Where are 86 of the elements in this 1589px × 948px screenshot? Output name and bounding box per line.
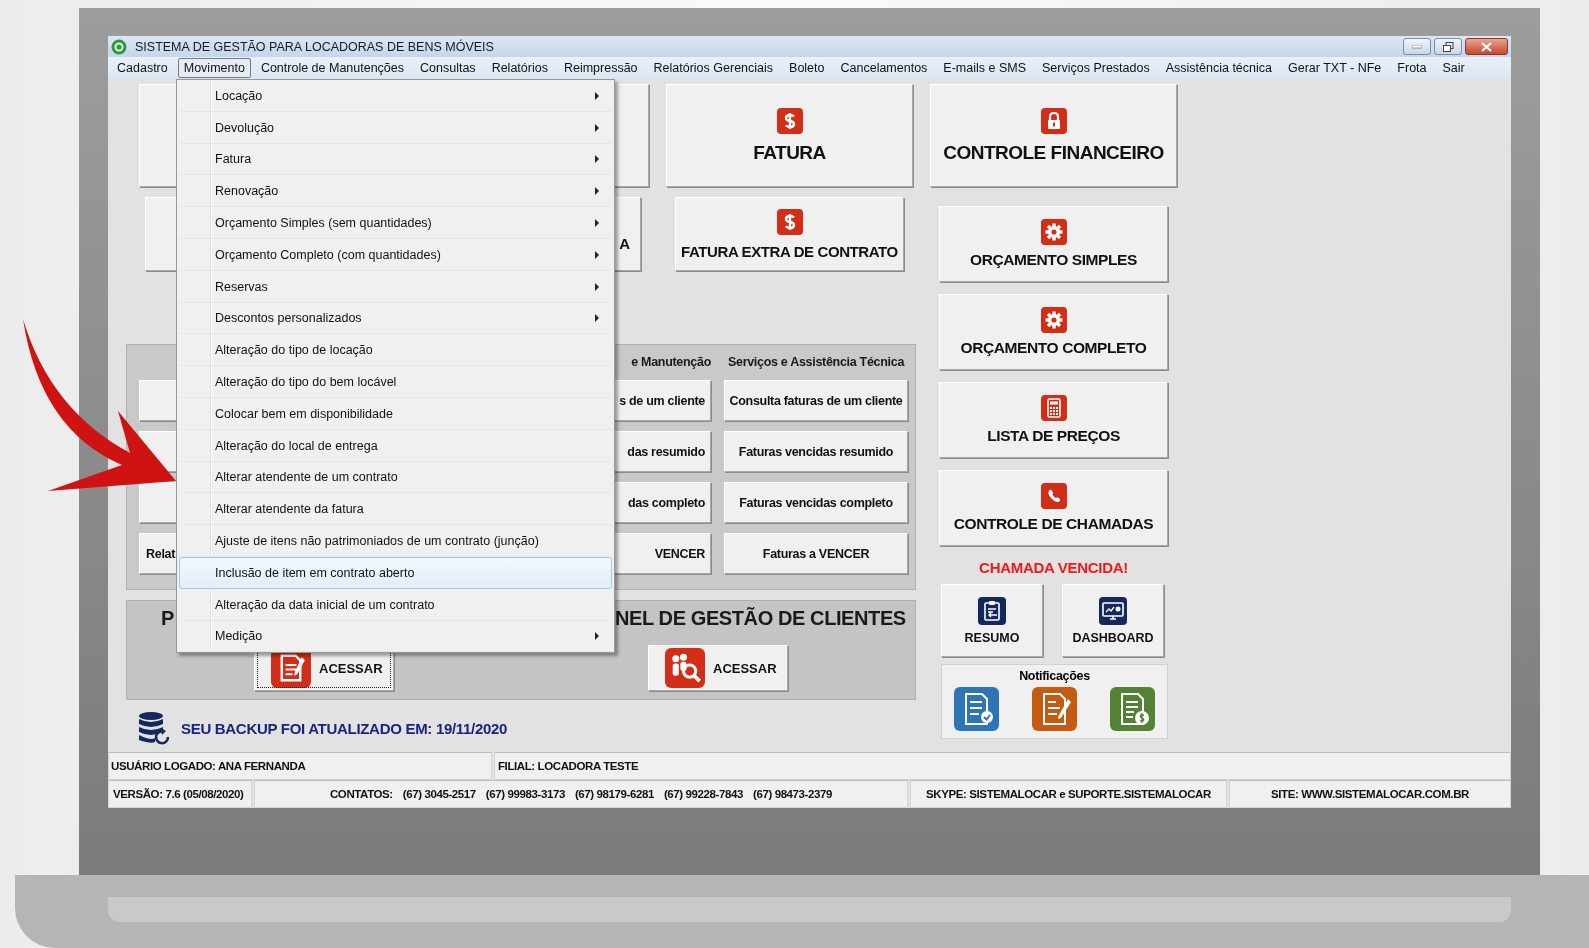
status-cell: FILIAL: LOCADORA TESTE (494, 752, 1511, 780)
shortcut-button[interactable]: DASHBOARD (1062, 584, 1164, 657)
shortcut-button[interactable]: FATURA (666, 84, 913, 187)
report-button[interactable]: Faturas vencidas resumido (724, 431, 908, 472)
status-cell: SKYPE: SISTEMALOCAR e SUPORTE.SISTEMALOCAR (910, 780, 1227, 808)
menu-item[interactable]: Orçamento Completo (com quantidades) (179, 239, 612, 271)
status-cell: SITE: WWW.SISTEMALOCAR.COM.BR (1229, 780, 1511, 808)
menu-item[interactable]: Descontos personalizados (179, 302, 612, 335)
menu-bar-item[interactable]: Cancelamentos (834, 58, 934, 78)
close-button[interactable] (1465, 38, 1508, 55)
panel-title: NEL DE GESTÃO DE CLIENTES (615, 607, 906, 630)
phone-number: (67) 98473-2379 (753, 788, 833, 800)
dollar-icon (776, 208, 803, 235)
menu-item[interactable]: Renovação (179, 175, 612, 208)
report-button[interactable]: Faturas a VENCER (724, 533, 908, 574)
shortcut-button[interactable]: ORÇAMENTO COMPLETO (939, 294, 1168, 370)
calculator-icon (1040, 395, 1067, 421)
menu-item[interactable]: Orçamento Simples (sem quantidades) (179, 207, 612, 239)
menu-bar-item[interactable]: Relatórios Gerenciais (647, 58, 780, 78)
menu-bar-item[interactable]: Boleto (783, 58, 831, 78)
document-dollar-icon[interactable] (1110, 687, 1155, 731)
menu-item[interactable]: Fatura (179, 143, 612, 176)
clipboard-icon (978, 596, 1006, 625)
menu-item[interactable]: Alteração do tipo do bem locável (179, 366, 612, 398)
phone-number: (67) 3045-2517 (402, 788, 476, 800)
contacts-label: CONTATOS: (329, 788, 393, 800)
menu-bar-item[interactable]: Sair (1436, 58, 1471, 78)
shortcut-button[interactable]: ORÇAMENTO SIMPLES (939, 206, 1168, 282)
gear-icon (1040, 219, 1067, 245)
database-icon (137, 711, 171, 745)
phone-number: (67) 99228-7843 (663, 788, 743, 800)
minimize-icon (1412, 44, 1422, 49)
report-button[interactable]: Faturas vencidas completo (724, 482, 908, 523)
shortcut-button[interactable]: RESUMO (941, 584, 1043, 657)
shortcut-button[interactable]: FATURA EXTRA DE CONTRATO (675, 197, 904, 271)
panel-title: Notificações (1019, 669, 1090, 683)
menu-item[interactable]: Reservas (179, 270, 612, 303)
menu-item[interactable]: Colocar bem em disponibilidade (179, 397, 612, 430)
column-header: Serviços e Assistência Técnica (727, 355, 905, 369)
menu-bar-item[interactable]: Serviços Prestados (1036, 58, 1156, 78)
backup-status: SEU BACKUP FOI ATUALIZADO EM: 19/11/2020 (181, 719, 508, 737)
panel-title: P (161, 607, 174, 630)
people-search-icon (665, 648, 705, 688)
menu-bar-item[interactable]: Consultas (414, 58, 482, 78)
menu-item[interactable]: Alteração do tipo de locação (179, 334, 612, 367)
window-title: SISTEMA DE GESTÃO PARA LOCADORAS DE BENS MÓVEIS (135, 39, 494, 54)
menu-item[interactable]: Locação (179, 80, 612, 112)
menu-item[interactable]: Alterar atendente de um contrato (179, 461, 612, 494)
document-pen-icon[interactable] (1032, 687, 1077, 731)
restore-icon (1442, 41, 1454, 52)
report-button[interactable]: Consulta faturas de um cliente (724, 380, 908, 421)
gear-icon (1040, 307, 1067, 333)
status-cell: USUÁRIO LOGADO: ANA FERNANDA (108, 752, 492, 780)
menu-bar-item[interactable]: Reimpressão (557, 58, 644, 78)
restore-button[interactable] (1434, 38, 1462, 55)
shortcut-button[interactable]: CONTROLE DE CHAMADAS (939, 470, 1168, 546)
menu-item[interactable]: Devolução (179, 111, 612, 144)
shortcut-button[interactable]: LISTA DE PREÇOS (939, 382, 1168, 458)
menu-item[interactable]: Medição (179, 620, 612, 653)
menu-bar-item[interactable]: Gerar TXT - NFe (1282, 58, 1388, 78)
column-header: e Manutenção (631, 355, 711, 369)
alert-label: CHAMADA VENCIDA! (979, 559, 1128, 576)
app-icon (111, 38, 127, 55)
menu-item[interactable]: Alterar atendente da fatura (179, 493, 612, 526)
menu-bar-item[interactable]: Relatórios (485, 58, 554, 78)
shortcut-button[interactable]: CONTROLE FINANCEIRO (930, 84, 1177, 187)
menu-item[interactable]: Ajuste de itens não patrimoniados de um contrato (junção) (179, 525, 612, 557)
menu-bar-item[interactable]: Movimento (177, 58, 251, 78)
access-button[interactable]: ACESSAR (648, 645, 788, 691)
phone-number: (67) 98179-6281 (574, 788, 654, 800)
phone-number: (67) 99983-3173 (485, 788, 565, 800)
menu-item[interactable]: Alteração da data inicial de um contrato (179, 588, 612, 621)
menu-bar-item[interactable]: Controle de Manutenções (254, 58, 411, 78)
menu-item[interactable]: Alteração do local de entrega (179, 429, 612, 462)
checklist-icon[interactable] (954, 687, 999, 731)
close-icon (1481, 41, 1492, 52)
lock-icon (1040, 107, 1067, 134)
dollar-icon (776, 107, 803, 134)
status-cell: VERSÃO: 7.6 (05/08/2020) (108, 780, 252, 808)
menu-bar-item[interactable]: Assistência técnica (1159, 58, 1278, 78)
menu-item[interactable]: Inclusão de item em contrato aberto (179, 556, 612, 589)
phone-icon (1040, 483, 1067, 509)
menu-bar-item[interactable]: Cadastro (111, 58, 174, 78)
monitor-icon (1099, 596, 1127, 625)
menu-bar-item[interactable]: Frota (1391, 58, 1433, 78)
menu-bar-item[interactable]: E-mails e SMS (937, 58, 1032, 78)
